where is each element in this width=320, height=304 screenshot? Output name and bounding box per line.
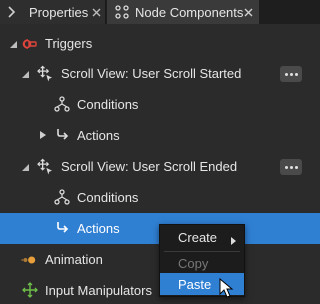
close-icon[interactable] (90, 6, 102, 18)
submenu-arrow-icon (231, 233, 236, 248)
tree-item-label: Actions (77, 221, 120, 236)
menu-item-label: Create (178, 229, 218, 245)
tree-item-label: Conditions (77, 190, 139, 205)
tree-item-conditions[interactable]: Conditions (0, 89, 320, 120)
close-icon[interactable] (242, 6, 254, 18)
tree-item-actions[interactable]: Actions (0, 120, 320, 151)
tab-properties-label: Properties (29, 5, 89, 20)
scroll-trigger-icon (37, 65, 53, 81)
expand-arrow-icon[interactable] (20, 162, 30, 172)
expand-arrow-icon[interactable] (20, 69, 30, 79)
mouse-cursor-icon (219, 277, 235, 300)
tree-item-label: Animation (45, 252, 103, 267)
tab-bar: Properties Node Components (0, 0, 320, 24)
input-manipulator-icon (22, 282, 38, 298)
menu-item-label: Copy (178, 255, 209, 271)
menu-item-label: Paste (178, 276, 212, 292)
tab-node-components-label: Node Components (135, 5, 244, 20)
node-components-icon (115, 5, 129, 19)
tree-item-label: Actions (77, 128, 120, 143)
tab-properties[interactable]: Properties (0, 0, 106, 24)
triggers-icon (22, 36, 38, 52)
tree-item-label: Conditions (77, 97, 139, 112)
collapsed-arrow-icon[interactable] (38, 130, 48, 140)
conditions-icon (54, 96, 70, 112)
actions-icon (54, 127, 70, 143)
more-options-button[interactable] (280, 159, 302, 175)
tree-item-trigger-scroll-started[interactable]: Scroll View: User Scroll Started (0, 58, 320, 89)
tree-item-label: Scroll View: User Scroll Ended (61, 159, 238, 174)
actions-icon (54, 220, 70, 236)
tree-item-label: Triggers (45, 36, 93, 51)
expand-arrow-icon[interactable] (8, 39, 18, 49)
tree-item-triggers[interactable]: Triggers (0, 28, 320, 59)
conditions-icon (54, 189, 70, 205)
tree-item-trigger-scroll-ended[interactable]: Scroll View: User Scroll Ended (0, 151, 320, 182)
menu-item-create[interactable]: Create (160, 226, 244, 248)
scroll-trigger-icon (37, 158, 53, 174)
tree-item-label: Input Manipulators (45, 283, 152, 298)
tree-item-label: Scroll View: User Scroll Started (61, 66, 242, 81)
tab-node-components[interactable]: Node Components (107, 0, 259, 24)
menu-dropdown-icon[interactable] (8, 6, 18, 18)
tree-item-conditions[interactable]: Conditions (0, 182, 320, 213)
animation-icon (21, 252, 37, 268)
menu-item-copy[interactable]: Copy (160, 252, 244, 274)
more-options-button[interactable] (280, 66, 302, 82)
